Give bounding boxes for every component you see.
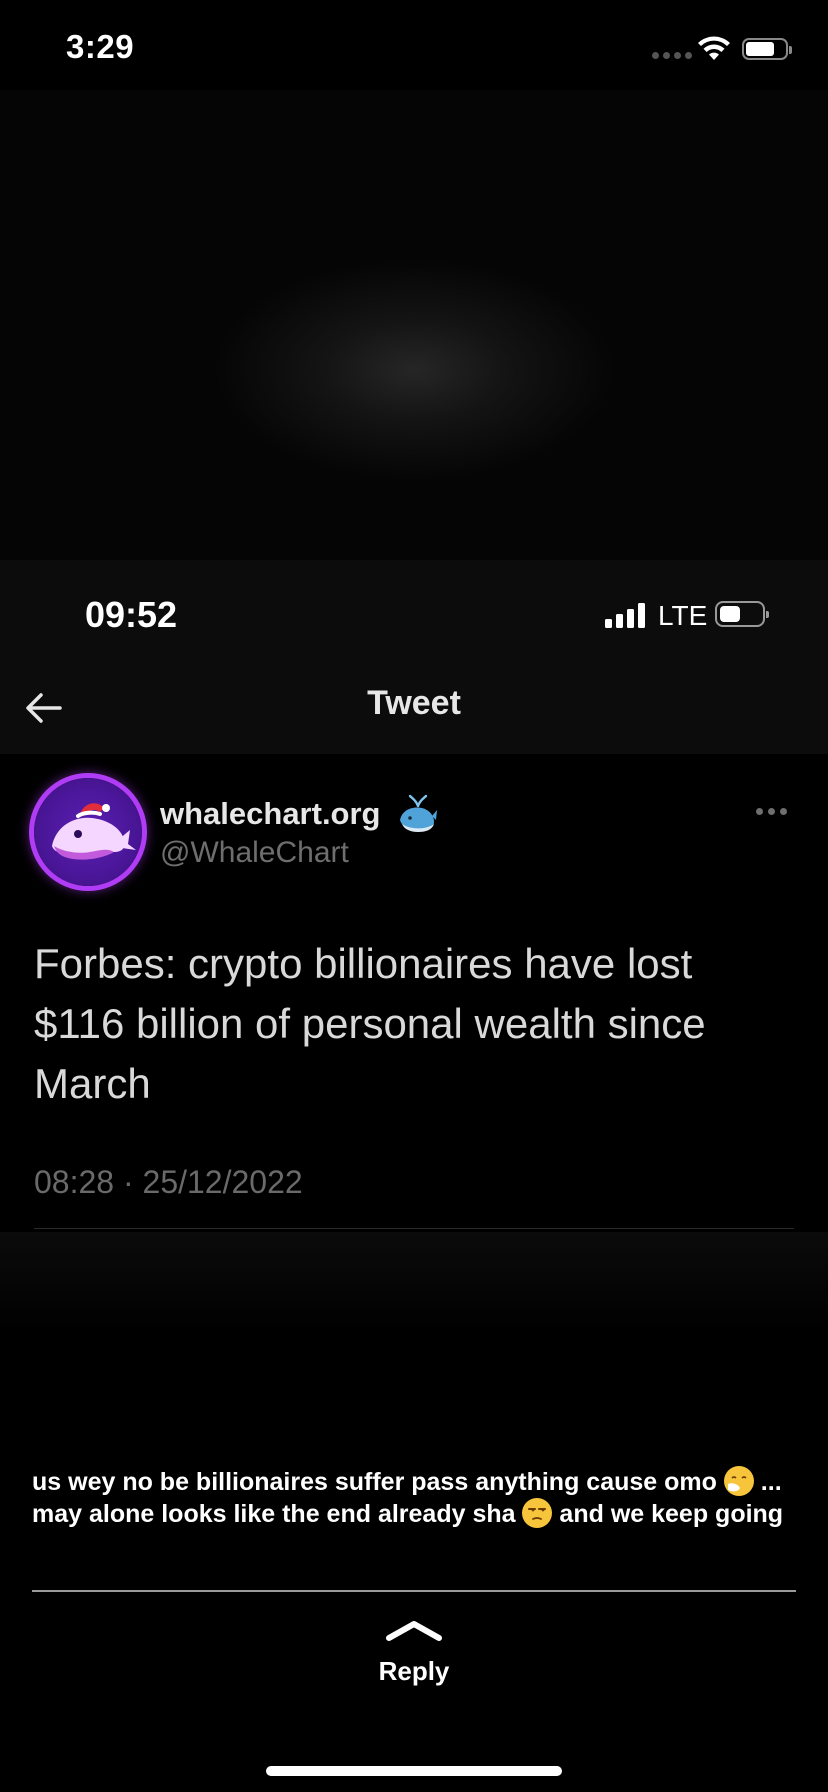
reply-button[interactable]: Reply	[0, 1656, 828, 1687]
unamused-face-emoji-icon	[522, 1498, 553, 1528]
back-button[interactable]	[20, 686, 68, 730]
page-title: Tweet	[367, 684, 461, 722]
wifi-icon	[698, 36, 730, 60]
chevron-up-icon[interactable]	[384, 1618, 444, 1644]
avatar[interactable]	[34, 778, 142, 886]
story-caption: us wey no be billionaires suffer pass an…	[32, 1466, 802, 1530]
inner-status-time: 09:52	[85, 594, 178, 635]
user-handle[interactable]: @WhaleChart	[160, 836, 349, 870]
network-type: LTE	[658, 600, 708, 631]
more-options-icon[interactable]	[756, 808, 787, 815]
caption-part-3: and we keep going	[552, 1500, 784, 1528]
display-name[interactable]: whalechart.org	[160, 796, 381, 832]
sneezing-face-emoji-icon	[723, 1466, 754, 1496]
divider	[32, 1590, 796, 1592]
outer-status-time: 3:29	[66, 28, 135, 65]
tweet-timestamp: 08:28 · 25/12/2022	[34, 1164, 303, 1200]
whale-logo-icon	[52, 803, 136, 860]
battery-icon	[742, 38, 792, 60]
arrow-left-icon	[26, 693, 62, 723]
blurred-video-area	[0, 90, 828, 560]
home-indicator[interactable]	[266, 1766, 562, 1776]
caption-part-1: us wey no be billionaires suffer pass an…	[32, 1468, 724, 1496]
signal-dots-icon	[652, 52, 692, 59]
divider	[34, 1228, 794, 1229]
tweet-text: Forbes: crypto billionaires have lost $1…	[34, 940, 706, 1107]
cellular-signal-icon	[605, 602, 645, 628]
spouting-whale-icon	[400, 794, 437, 832]
inner-battery-icon	[715, 601, 769, 627]
